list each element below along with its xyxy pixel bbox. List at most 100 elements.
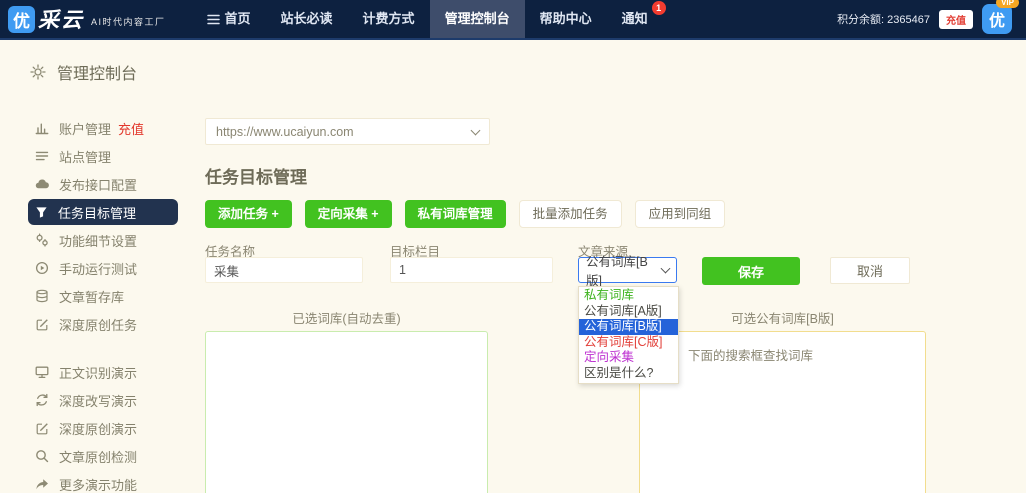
sidebar-item-label: 更多演示功能 (59, 477, 138, 493)
sidebar: 账户管理 充值 站点管理 发布接口配置 任务目标管理 功能细节设置 手动运行测试… (28, 114, 178, 493)
sidebar-item-more-demos[interactable]: 更多演示功能 (28, 470, 178, 493)
share-arrow-icon (35, 477, 49, 491)
gear-icon (30, 64, 46, 80)
brand-tagline: AI时代内容工厂 (91, 16, 166, 27)
bar-chart-icon (35, 121, 49, 135)
nav-item-label: 帮助中心 (539, 11, 592, 26)
points-balance: 积分余额: 2365467 (837, 14, 930, 26)
page-title: 管理控制台 (57, 66, 138, 83)
nav-item-notifications[interactable]: 通知 1 (607, 0, 666, 38)
chevron-down-icon (660, 263, 671, 274)
sidebar-item-publish-api[interactable]: 发布接口配置 (28, 170, 178, 198)
sidebar-item-label: 文章原创检测 (59, 449, 138, 465)
nav-item-label: 通知 (621, 11, 648, 26)
nav-item-label: 计费方式 (362, 11, 415, 26)
nav-item-home[interactable]: 首页 (192, 0, 266, 38)
sidebar-item-label: 深度改写演示 (59, 393, 138, 409)
save-button[interactable]: 保存 (702, 257, 800, 285)
sidebar-item-label: 功能细节设置 (59, 233, 138, 249)
funnel-icon (35, 206, 48, 219)
sidebar-item-originality-check[interactable]: 文章原创检测 (28, 442, 178, 470)
apply-to-group-button[interactable]: 应用到同组 (634, 200, 726, 228)
selected-lexicon-box[interactable] (205, 331, 488, 493)
edit-icon (35, 421, 49, 435)
sidebar-item-label: 账户管理 (59, 121, 112, 137)
nav-item-label: 首页 (224, 11, 251, 26)
recharge-button[interactable]: 充值 (939, 9, 973, 29)
site-url-select[interactable]: https://www.ucaiyun.com (205, 118, 490, 145)
available-lexicon-label: 可选公有词库[B版] (731, 312, 834, 326)
selected-lexicon-label: 已选词库(自动去重) (292, 312, 401, 326)
dropdown-option-private[interactable]: 私有词库 (579, 288, 678, 304)
notification-badge: 1 (651, 1, 666, 15)
nav-item-must-read[interactable]: 站长必读 (266, 0, 348, 38)
sidebar-item-article-buffer[interactable]: 文章暂存库 (28, 282, 178, 310)
hamburger-icon (206, 14, 220, 25)
gears-icon (35, 233, 49, 247)
batch-add-task-button[interactable]: 批量添加任务 (518, 200, 622, 228)
sidebar-recharge-link[interactable]: 充值 (118, 119, 144, 138)
nav-item-billing[interactable]: 计费方式 (348, 0, 430, 38)
dropdown-option-public-a[interactable]: 公有词库[A版] (579, 304, 678, 320)
sidebar-item-manual-test[interactable]: 手动运行测试 (28, 254, 178, 282)
section-title: 任务目标管理 (205, 168, 307, 187)
sidebar-item-body-extract-demo[interactable]: 正文识别演示 (28, 358, 178, 386)
app-window: 优 采云 AI时代内容工厂 首页 站长必读 计费方式 管理控制台 帮助中心 通知… (0, 0, 1026, 493)
target-column-input[interactable] (390, 257, 553, 283)
refresh-icon (35, 393, 49, 407)
user-avatar[interactable]: 优 VIP (982, 0, 1019, 34)
dropdown-option-directed[interactable]: 定向采集 (579, 350, 678, 366)
add-task-button[interactable]: 添加任务 + (205, 200, 292, 228)
dropdown-option-difference[interactable]: 区别是什么? (579, 366, 678, 382)
sidebar-item-deep-original-task[interactable]: 深度原创任务 (28, 310, 178, 338)
site-url-value: https://www.ucaiyun.com (216, 124, 354, 139)
available-lexicon-hint: 下面的搜索框查找词库 (688, 349, 814, 363)
brand-logo[interactable]: 优 采云 AI时代内容工厂 (8, 4, 166, 34)
brand-name: 采云 (38, 9, 84, 32)
directed-collect-button[interactable]: 定向采集 + (304, 200, 392, 228)
sidebar-item-feature-settings[interactable]: 功能细节设置 (28, 226, 178, 254)
sidebar-item-label: 手动运行测试 (59, 261, 138, 277)
sidebar-divider (28, 338, 178, 358)
search-icon (35, 449, 49, 463)
nav-menu: 首页 站长必读 计费方式 管理控制台 帮助中心 通知 1 (192, 0, 666, 38)
private-lexicon-button[interactable]: 私有词库管理 (404, 200, 506, 228)
nav-right: 积分余额: 2365467 充值 优 VIP (837, 0, 1026, 34)
sidebar-item-label: 深度原创任务 (59, 317, 138, 333)
article-source-dropdown: 私有词库 公有词库[A版] 公有词库[B版] 公有词库[C版] 定向采集 区别是… (578, 286, 679, 384)
chevron-down-icon (470, 125, 481, 135)
sidebar-item-label: 发布接口配置 (59, 177, 138, 193)
nav-item-help[interactable]: 帮助中心 (525, 0, 607, 38)
task-name-input[interactable] (205, 257, 363, 283)
sidebar-item-deep-rewrite-demo[interactable]: 深度改写演示 (28, 386, 178, 414)
cancel-button[interactable]: 取消 (830, 257, 910, 284)
top-navbar: 优 采云 AI时代内容工厂 首页 站长必读 计费方式 管理控制台 帮助中心 通知… (0, 0, 1026, 40)
nav-item-label: 管理控制台 (444, 11, 510, 26)
sidebar-item-label: 深度原创演示 (59, 421, 138, 437)
available-lexicon-box[interactable]: 下面的搜索框查找词库 (639, 331, 926, 493)
vip-badge: VIP (996, 0, 1019, 8)
dropdown-option-public-c[interactable]: 公有词库[C版] (579, 335, 678, 351)
logo-square: 优 (8, 5, 35, 33)
article-source-value: 公有词库[B版] (586, 255, 648, 288)
sidebar-item-task-targets[interactable]: 任务目标管理 (28, 199, 178, 225)
sidebar-item-label: 文章暂存库 (59, 289, 125, 305)
avatar-text: 优 (982, 4, 1012, 34)
play-icon (35, 261, 49, 275)
nav-item-label: 站长必读 (280, 11, 333, 26)
site-list-icon (35, 149, 49, 163)
sidebar-item-label: 站点管理 (59, 149, 112, 165)
sidebar-item-label: 正文识别演示 (59, 365, 138, 381)
toolbar: 添加任务 + 定向采集 + 私有词库管理 批量添加任务 应用到同组 (205, 200, 726, 228)
sidebar-item-sites[interactable]: 站点管理 (28, 142, 178, 170)
page-header: 管理控制台 (30, 60, 137, 84)
dropdown-option-public-b[interactable]: 公有词库[B版] (579, 319, 678, 335)
article-source-select[interactable]: 公有词库[B版] (578, 255, 677, 288)
sidebar-item-account[interactable]: 账户管理 充值 (28, 114, 178, 142)
database-icon (35, 289, 49, 303)
sidebar-item-deep-original-demo[interactable]: 深度原创演示 (28, 414, 178, 442)
nav-item-console[interactable]: 管理控制台 (429, 0, 525, 38)
monitor-icon (35, 365, 49, 379)
edit-icon (35, 317, 49, 331)
sidebar-item-label: 任务目标管理 (58, 205, 137, 221)
